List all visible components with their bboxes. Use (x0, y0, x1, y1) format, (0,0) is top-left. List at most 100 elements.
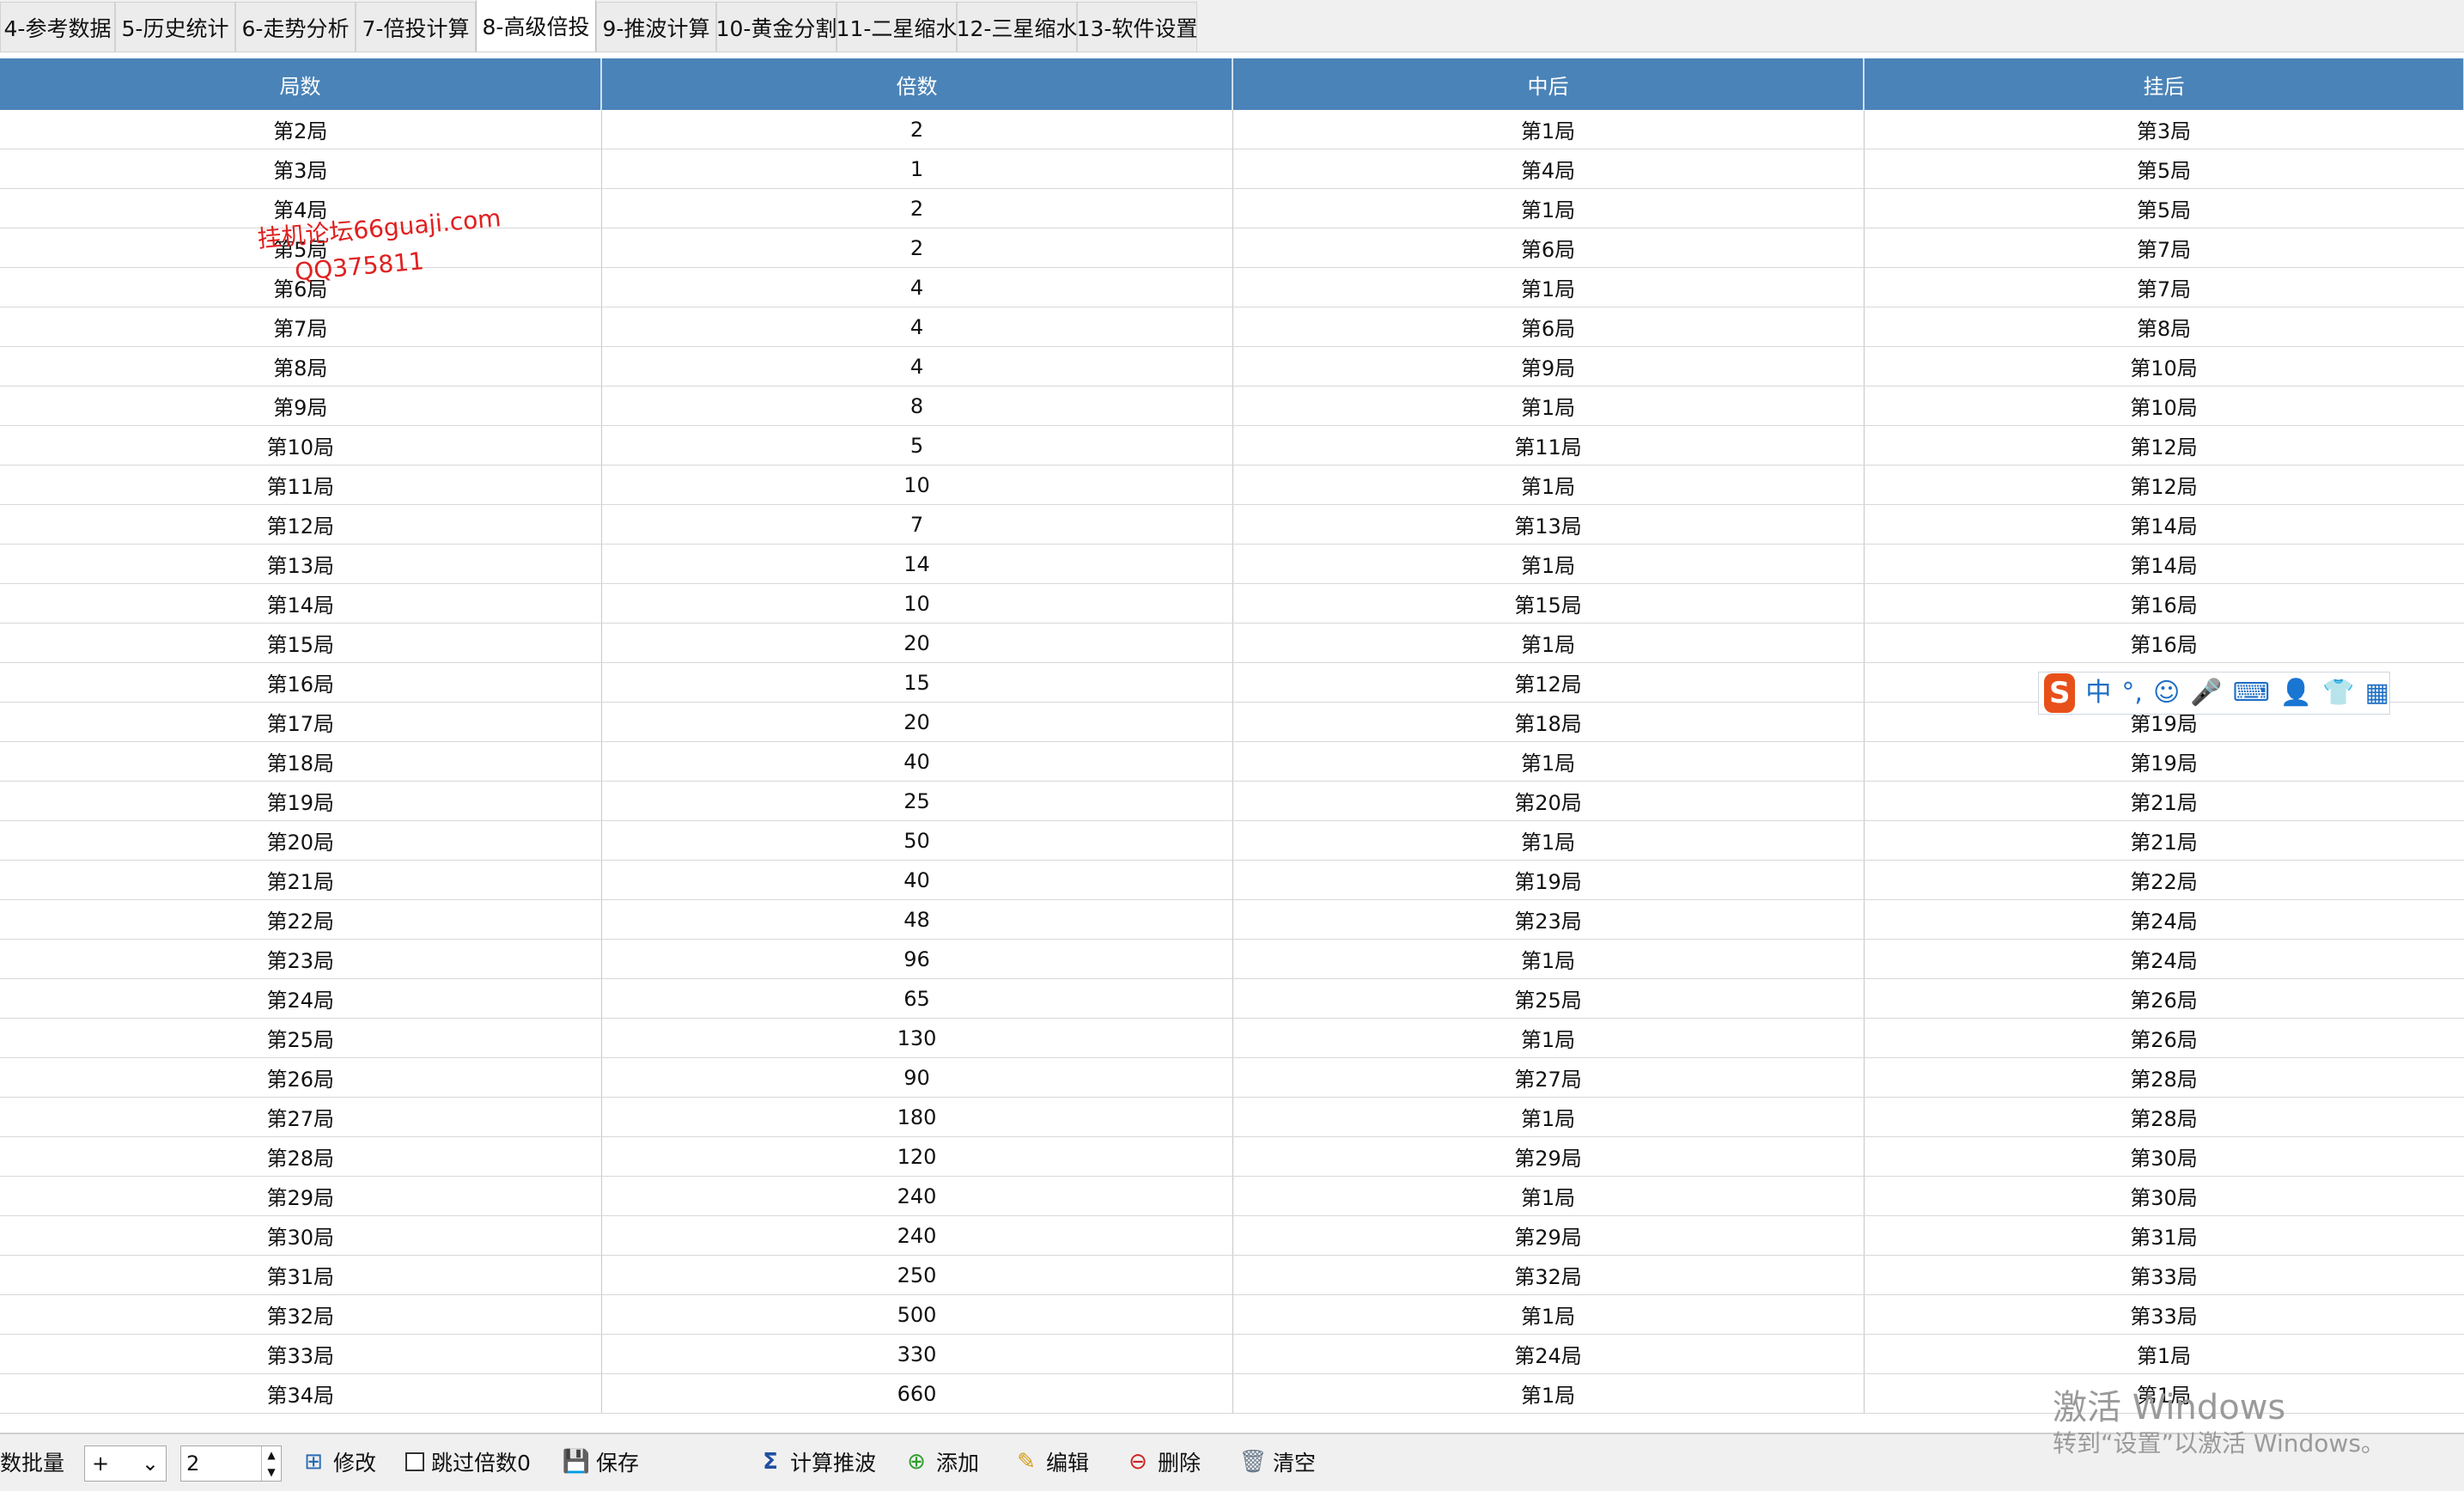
column-header-multiplier[interactable]: 倍数 (601, 58, 1233, 110)
multiplier-cell[interactable]: 50 (601, 820, 1233, 861)
multiplier-cell[interactable]: 660 (601, 1373, 1233, 1414)
multiplier-cell[interactable]: 14 (601, 544, 1233, 584)
after-loss-cell[interactable]: 第8局 (1864, 307, 2464, 347)
table-row[interactable]: 第30局 240 第29局 第31局 (0, 1215, 2464, 1256)
table-row[interactable]: 第10局 5 第11局 第12局 (0, 425, 2464, 466)
round-cell[interactable]: 第20局 (0, 820, 602, 861)
multiplier-cell[interactable]: 130 (601, 1018, 1233, 1058)
after-win-cell[interactable]: 第23局 (1232, 899, 1865, 940)
multiplier-cell[interactable]: 250 (601, 1255, 1233, 1295)
tab-7[interactable]: 7-倍投计算 (356, 2, 476, 52)
multiplier-cell[interactable]: 240 (601, 1176, 1233, 1216)
after-win-cell[interactable]: 第1局 (1232, 267, 1865, 307)
after-loss-cell[interactable]: 第10局 (1864, 346, 2464, 386)
round-cell[interactable]: 第10局 (0, 425, 602, 466)
after-win-cell[interactable]: 第6局 (1232, 307, 1865, 347)
after-win-cell[interactable]: 第1局 (1232, 188, 1865, 228)
after-win-cell[interactable]: 第1局 (1232, 386, 1865, 426)
round-cell[interactable]: 第17局 (0, 702, 602, 742)
after-loss-cell[interactable]: 第26局 (1864, 1018, 2464, 1058)
after-win-cell[interactable]: 第1局 (1232, 939, 1865, 979)
round-cell[interactable]: 第27局 (0, 1097, 602, 1137)
multiplier-cell[interactable]: 240 (601, 1215, 1233, 1256)
table-row[interactable]: 第26局 90 第27局 第28局 (0, 1057, 2464, 1098)
round-cell[interactable]: 第8局 (0, 346, 602, 386)
table-row[interactable]: 第8局 4 第9局 第10局 (0, 346, 2464, 386)
after-win-cell[interactable]: 第1局 (1232, 1373, 1865, 1414)
round-cell[interactable]: 第16局 (0, 662, 602, 703)
round-cell[interactable]: 第3局 (0, 149, 602, 189)
after-loss-cell[interactable]: 第14局 (1864, 544, 2464, 584)
multiplier-cell[interactable]: 10 (601, 465, 1233, 505)
after-loss-cell[interactable]: 第16局 (1864, 623, 2464, 663)
after-loss-cell[interactable]: 第19局 (1864, 741, 2464, 782)
tab-6[interactable]: 6-走势分析 (235, 2, 356, 52)
after-loss-cell[interactable]: 第30局 (1864, 1176, 2464, 1216)
after-win-cell[interactable]: 第1局 (1232, 465, 1865, 505)
after-loss-cell[interactable]: 第1局 (1864, 1373, 2464, 1414)
after-win-cell[interactable]: 第1局 (1232, 741, 1865, 782)
multiplier-cell[interactable]: 2 (601, 110, 1233, 149)
modify-button[interactable]: ⊞ 修改 (301, 1446, 376, 1477)
multiplier-cell[interactable]: 48 (601, 899, 1233, 940)
multiplier-cell[interactable]: 10 (601, 583, 1233, 624)
multiplier-cell[interactable]: 4 (601, 346, 1233, 386)
table-row[interactable]: 第28局 120 第29局 第30局 (0, 1136, 2464, 1177)
round-cell[interactable]: 第26局 (0, 1057, 602, 1098)
stepper-arrows[interactable]: ▲ ▼ (261, 1446, 281, 1481)
stepper-up-icon[interactable]: ▲ (267, 1449, 275, 1461)
after-loss-cell[interactable]: 第1局 (1864, 1334, 2464, 1374)
multiplier-cell[interactable]: 90 (601, 1057, 1233, 1098)
multiplier-cell[interactable]: 15 (601, 662, 1233, 703)
after-loss-cell[interactable]: 第21局 (1864, 820, 2464, 861)
round-cell[interactable]: 第5局 (0, 228, 602, 268)
after-win-cell[interactable]: 第1局 (1232, 1294, 1865, 1335)
after-win-cell[interactable]: 第32局 (1232, 1255, 1865, 1295)
table-row[interactable]: 第11局 10 第1局 第12局 (0, 465, 2464, 505)
round-cell[interactable]: 第18局 (0, 741, 602, 782)
after-win-cell[interactable]: 第13局 (1232, 504, 1865, 545)
table-row[interactable]: 第18局 40 第1局 第19局 (0, 741, 2464, 782)
round-cell[interactable]: 第7局 (0, 307, 602, 347)
multiplier-cell[interactable]: 25 (601, 781, 1233, 821)
after-win-cell[interactable]: 第20局 (1232, 781, 1865, 821)
table-row[interactable]: 第3局 1 第4局 第5局 (0, 149, 2464, 189)
after-loss-cell[interactable]: 第28局 (1864, 1097, 2464, 1137)
table-row[interactable]: 第21局 40 第19局 第22局 (0, 860, 2464, 900)
ime-menu-grid-icon[interactable]: ▦ (2365, 680, 2389, 706)
after-loss-cell[interactable]: 第26局 (1864, 978, 2464, 1019)
table-row[interactable]: 第24局 65 第25局 第26局 (0, 978, 2464, 1019)
multiplier-cell[interactable]: 2 (601, 228, 1233, 268)
after-win-cell[interactable]: 第1局 (1232, 1176, 1865, 1216)
tab-13[interactable]: 13-软件设置 (1077, 2, 1197, 52)
tab-12[interactable]: 12-三星缩水 (957, 2, 1077, 52)
multiplier-cell[interactable]: 20 (601, 623, 1233, 663)
after-win-cell[interactable]: 第1局 (1232, 544, 1865, 584)
operator-select[interactable]: + ⌄ (84, 1445, 167, 1482)
after-win-cell[interactable]: 第18局 (1232, 702, 1865, 742)
tab-5[interactable]: 5-历史统计 (115, 2, 235, 52)
tab-4[interactable]: 4-参考数据 (0, 2, 115, 52)
tab-11[interactable]: 11-二星缩水 (837, 2, 957, 52)
after-win-cell[interactable]: 第1局 (1232, 623, 1865, 663)
column-header-round[interactable]: 局数 (0, 58, 602, 110)
multiplier-cell[interactable]: 1 (601, 149, 1233, 189)
after-loss-cell[interactable]: 第3局 (1864, 110, 2464, 149)
after-loss-cell[interactable]: 第14局 (1864, 504, 2464, 545)
multiplier-cell[interactable]: 2 (601, 188, 1233, 228)
column-header-after-win[interactable]: 中后 (1232, 58, 1865, 110)
ime-punctuation-icon[interactable]: °, (2121, 680, 2143, 706)
skip-zero-check-box[interactable] (405, 1452, 424, 1471)
after-win-cell[interactable]: 第1局 (1232, 110, 1865, 149)
after-loss-cell[interactable]: 第33局 (1864, 1294, 2464, 1335)
table-row[interactable]: 第31局 250 第32局 第33局 (0, 1255, 2464, 1295)
table-row[interactable]: 第22局 48 第23局 第24局 (0, 899, 2464, 940)
ime-emoji-icon[interactable]: ☺ (2153, 680, 2180, 706)
table-row[interactable]: 第4局 2 第1局 第5局 (0, 188, 2464, 228)
after-loss-cell[interactable]: 第28局 (1864, 1057, 2464, 1098)
after-loss-cell[interactable]: 第24局 (1864, 899, 2464, 940)
after-loss-cell[interactable]: 第12局 (1864, 465, 2464, 505)
after-loss-cell[interactable]: 第31局 (1864, 1215, 2464, 1256)
multiplier-cell[interactable]: 65 (601, 978, 1233, 1019)
multiplier-cell[interactable]: 40 (601, 860, 1233, 900)
